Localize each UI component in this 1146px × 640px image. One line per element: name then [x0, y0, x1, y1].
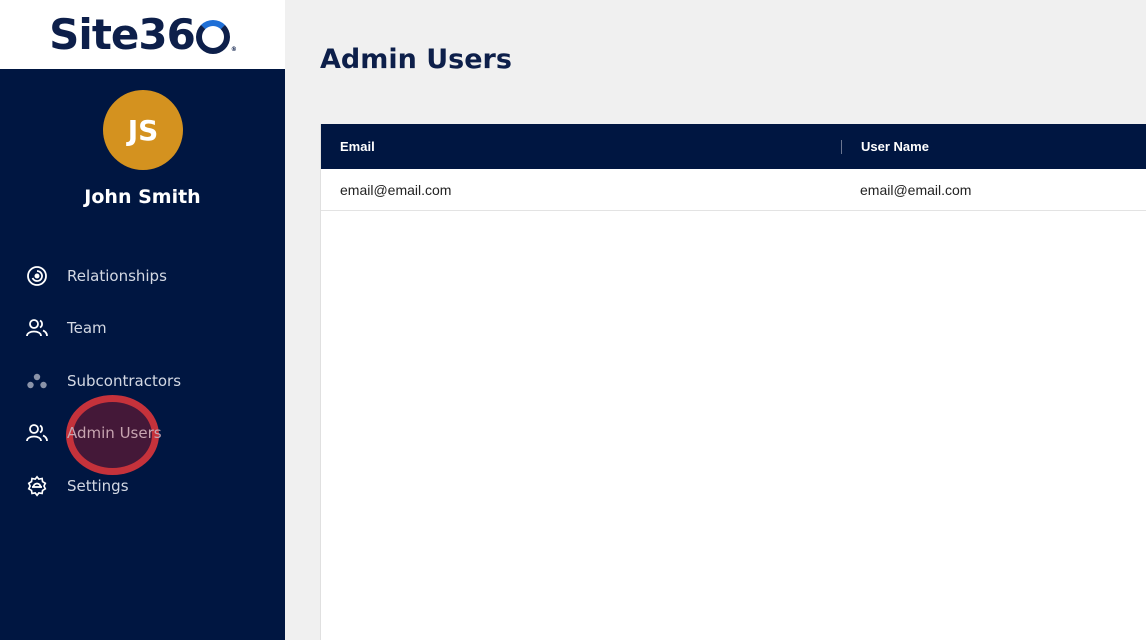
admin-users-icon: [24, 420, 50, 446]
table-row[interactable]: email@email.com email@email.com: [321, 169, 1146, 211]
team-icon: [24, 315, 50, 341]
cell-email: email@email.com: [340, 181, 452, 198]
sidebar-item-relationships[interactable]: Relationships: [24, 261, 264, 291]
settings-icon: [24, 473, 50, 499]
logo-o-icon: [195, 19, 230, 54]
column-header-email[interactable]: Email: [321, 139, 842, 154]
sidebar-item-label: Subcontractors: [67, 372, 182, 390]
relationships-icon: [24, 263, 50, 289]
user-name: John Smith: [84, 186, 201, 208]
sidebar-item-subcontractors[interactable]: Subcontractors: [24, 366, 264, 396]
logo-bar: Site36 ®: [0, 0, 285, 69]
sidebar-item-label: Settings: [67, 477, 129, 495]
sidebar-item-admin-users[interactable]: Admin Users: [24, 418, 264, 448]
sidebar-item-team[interactable]: Team: [24, 313, 264, 343]
logo-reg-mark: ®: [230, 46, 237, 53]
sidebar-item-settings[interactable]: Settings: [24, 471, 264, 501]
sidebar: Site36 ® JS John Smith Relationships Team: [0, 0, 285, 640]
subcontractors-icon: [24, 368, 50, 394]
sidebar-item-label: Admin Users: [67, 424, 162, 442]
page-title: Admin Users: [320, 44, 512, 75]
column-header-user-name[interactable]: User Name: [842, 139, 929, 154]
logo-text: Site36: [49, 10, 196, 59]
site360-logo[interactable]: Site36 ®: [49, 10, 237, 59]
sidebar-item-label: Relationships: [67, 267, 167, 285]
cell-user-name: email@email.com: [860, 181, 972, 198]
sidebar-item-label: Team: [67, 319, 107, 337]
table-header: Email User Name: [321, 124, 1146, 169]
avatar[interactable]: JS: [103, 90, 183, 170]
admin-users-table: Email User Name email@email.com email@em…: [320, 124, 1146, 640]
